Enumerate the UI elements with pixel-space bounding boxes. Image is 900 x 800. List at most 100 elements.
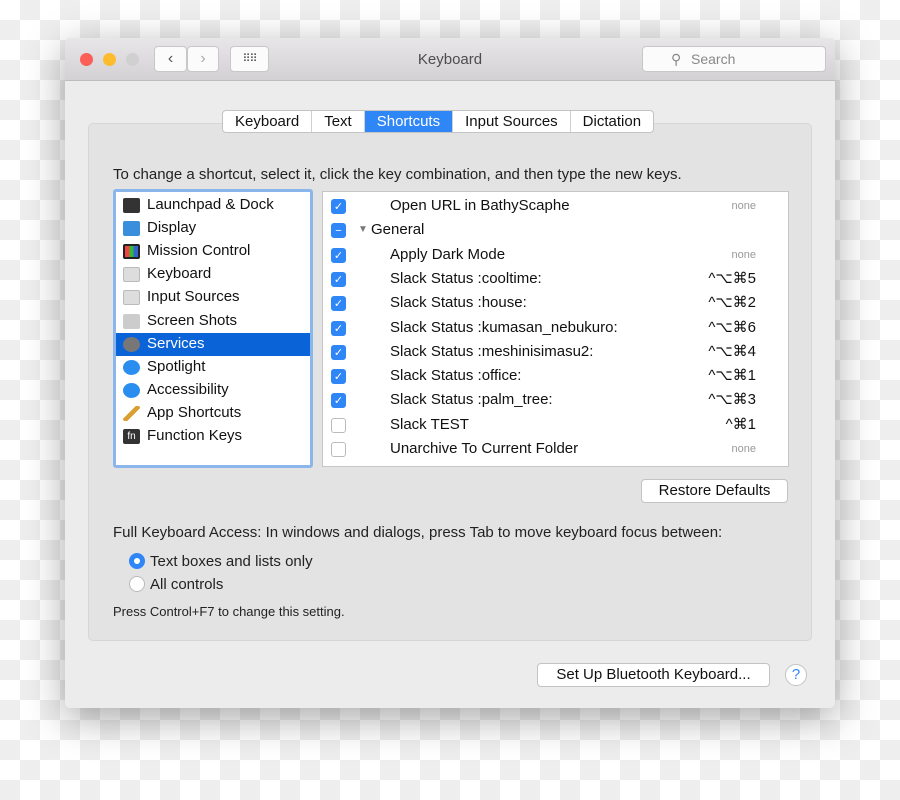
search-input[interactable]: ⚲ Search [642,46,826,72]
fn-icon: fn [123,429,140,444]
shortcut-key[interactable]: none [732,194,756,218]
checkbox[interactable] [331,417,346,433]
shortcut-label: Slack Status :office: [390,367,522,385]
tab-text[interactable]: Text [312,111,365,132]
sidebar-item-screen-shots[interactable]: Screen Shots [116,310,310,333]
tab-bar: Keyboard Text Shortcuts Input Sources Di… [222,110,655,133]
group-row[interactable]: − ▼ General [323,218,788,242]
sidebar-item-label: Screen Shots [147,311,238,329]
mission-control-icon [123,244,140,260]
keyboard-icon [123,267,140,283]
spotlight-icon [123,359,140,375]
sidebar-item-label: Input Sources [147,288,240,306]
shortcut-label: Slack TEST [390,415,469,433]
keyboard-icon [123,290,140,306]
shortcut-key[interactable]: ^⌘1 [726,413,756,437]
sidebar-item-label: Function Keys [147,427,243,444]
shortcut-row[interactable]: ✓ Open URL in BathyScaphe none [323,194,788,218]
sidebar-item-function-keys[interactable]: fn Function Keys [116,425,310,448]
sidebar-item-label: Keyboard [147,265,212,283]
sidebar-item-launchpad-dock[interactable]: Launchpad & Dock [116,194,310,217]
checkbox[interactable]: ✓ [331,199,346,214]
shortcut-key[interactable]: ^⌥⌘5 [708,267,756,291]
shortcut-key[interactable]: ^⌥⌘6 [708,316,756,340]
checkbox[interactable]: ✓ [331,320,346,336]
sidebar-item-label: Spotlight [147,357,206,375]
shortcut-key[interactable]: ^⌥⌘2 [708,291,756,315]
search-icon: ⚲ [671,51,682,67]
shortcut-label: Open URL in BathyScaphe [390,197,570,214]
shortcut-label: Slack Status :house: [390,294,527,312]
checkbox[interactable]: ✓ [331,393,346,409]
sidebar-item-app-shortcuts[interactable]: App Shortcuts [116,402,310,425]
shortcut-label: Unarchive To Current Folder [390,440,579,457]
category-list[interactable]: Launchpad & Dock Display Mission Control Ke… [113,189,313,468]
tab-shortcuts[interactable]: Shortcuts [364,111,454,132]
shortcut-row[interactable]: ✓ Slack Status :palm_tree: ^⌥⌘3 [323,388,788,412]
hint-text: Press Control+F7 to change this setting. [113,604,345,619]
shortcut-row[interactable]: ✓ Apply Dark Mode none [323,243,788,267]
keyboard-preferences-window: ‹ › ⠿⠿ Keyboard ⚲ Search Keyboard Text S… [65,38,835,708]
checkbox[interactable]: ✓ [331,247,346,263]
accessibility-icon [123,382,140,398]
sidebar-item-label: Accessibility [147,380,229,398]
checkbox[interactable] [331,442,346,457]
sidebar-item-display[interactable]: Display [116,217,310,240]
shortcut-label: Apply Dark Mode [390,245,506,263]
shortcut-row[interactable]: ✓ Slack Status :kumasan_nebukuro: ^⌥⌘6 [323,316,788,340]
title-bar: ‹ › ⠿⠿ Keyboard ⚲ Search [65,38,835,81]
radio-all-controls[interactable] [129,576,145,592]
shortcut-row[interactable]: ✓ Slack Status :cooltime: ^⌥⌘5 [323,267,788,291]
radio-text-boxes-label[interactable]: Text boxes and lists only [150,553,313,570]
shortcut-key[interactable]: ^⌥⌘1 [708,364,756,388]
shortcut-list[interactable]: ✓ Open URL in BathyScaphe none − ▼ General ✓ Ap… [322,191,789,467]
shortcut-key[interactable]: ^⌥⌘4 [708,340,756,364]
full-keyboard-access-label: Full Keyboard Access: In windows and dia… [113,524,723,541]
sidebar-item-input-sources[interactable]: Input Sources [116,286,310,309]
sidebar-item-mission-control[interactable]: Mission Control [116,240,310,263]
shortcut-label: Slack Status :cooltime: [390,269,542,287]
checkbox[interactable]: ✓ [331,369,346,385]
app-shortcuts-icon [123,405,140,421]
search-placeholder: Search [691,51,736,67]
sidebar-item-label: Services [147,334,205,352]
launchpad-icon [123,198,140,213]
sidebar-item-label: App Shortcuts [147,403,242,421]
sidebar-item-spotlight[interactable]: Spotlight [116,356,310,379]
radio-all-controls-label[interactable]: All controls [150,576,223,593]
checkbox[interactable]: ✓ [331,344,346,360]
instruction-text: To change a shortcut, select it, click t… [113,166,682,183]
shortcut-row[interactable]: Slack TEST ^⌘1 [323,413,788,437]
radio-text-boxes[interactable] [129,553,145,569]
sidebar-item-services[interactable]: Services [116,332,310,356]
restore-defaults-button[interactable]: Restore Defaults [641,479,788,503]
sidebar-item-label: Mission Control [147,242,251,260]
shortcut-label: Slack Status :palm_tree: [390,391,553,409]
checkbox[interactable]: ✓ [331,271,346,287]
shortcut-row[interactable]: ✓ Slack Status :house: ^⌥⌘2 [323,291,788,315]
checkbox[interactable]: ✓ [331,296,346,312]
shortcut-key[interactable]: ^⌥⌘3 [708,388,756,412]
shortcut-label: General [371,221,425,239]
sidebar-item-label: Launchpad & Dock [147,196,274,213]
sidebar-item-accessibility[interactable]: Accessibility [116,379,310,402]
shortcut-label: Slack Status :meshinisimasu2: [390,342,594,360]
setup-bluetooth-keyboard-button[interactable]: Set Up Bluetooth Keyboard... [537,663,770,687]
disclosure-triangle-icon[interactable]: ▼ [358,218,368,242]
tab-input-sources[interactable]: Input Sources [453,111,571,132]
tab-keyboard[interactable]: Keyboard [223,111,313,132]
shortcut-key[interactable]: none [732,437,756,461]
sidebar-item-keyboard[interactable]: Keyboard [116,263,310,286]
shortcut-row[interactable]: ✓ Slack Status :meshinisimasu2: ^⌥⌘4 [323,340,788,364]
sidebar-item-label: Display [147,219,197,237]
shortcut-key[interactable]: none [732,243,756,267]
checkbox[interactable]: − [331,223,346,239]
gear-icon [123,336,140,352]
display-icon [123,221,140,237]
screenshot-icon [123,313,140,329]
shortcut-row[interactable]: ✓ Slack Status :office: ^⌥⌘1 [323,364,788,388]
shortcut-label: Slack Status :kumasan_nebukuro: [390,318,618,336]
help-button[interactable]: ? [785,664,807,686]
tab-dictation[interactable]: Dictation [571,111,653,132]
shortcut-row[interactable]: Unarchive To Current Folder none [323,437,788,461]
